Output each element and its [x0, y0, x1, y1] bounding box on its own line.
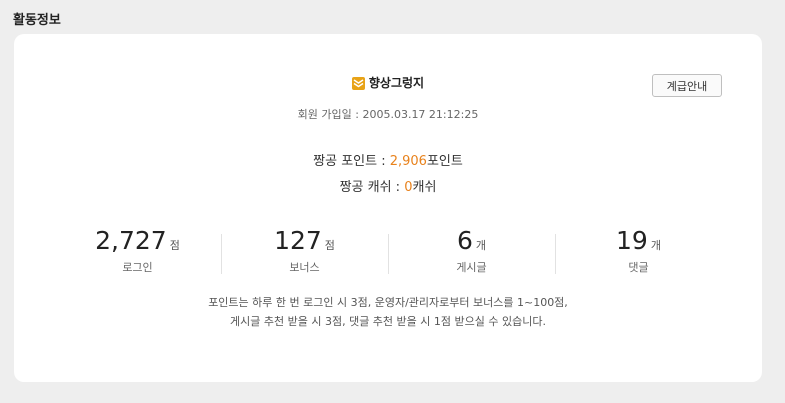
stat-login: 2,727 점 로그인 — [54, 226, 221, 278]
rank-chevron-icon — [351, 77, 365, 93]
points-notice: 포인트는 하루 한 번 로그인 시 3점, 운영자/관리자로부터 보너스를 1~… — [14, 293, 762, 331]
points-notice-line-2: 게시글 추천 받을 시 3점, 댓글 추천 받을 시 1점 받으실 수 있습니다… — [230, 315, 546, 328]
activity-card: 향상그렁지 계급안내 회원 가입일 : 2005.03.17 21:12:25 … — [14, 34, 762, 382]
stat-login-unit: 점 — [169, 239, 180, 252]
stat-posts: 6개 게시글 — [388, 226, 555, 278]
rank-row: 향상그렁지 — [14, 74, 762, 93]
stat-bonus: 127 점 보너스 — [221, 226, 388, 278]
points-label: 짱공 포인트 : — [313, 154, 386, 169]
stat-login-value: 2,727 — [95, 226, 167, 255]
stat-posts-label: 게시글 — [456, 261, 487, 274]
rank-guide-button[interactable]: 계급안내 — [652, 74, 722, 97]
stat-bonus-value: 127 — [274, 226, 322, 255]
cash-row: 짱공 캐쉬 : 0캐쉬 — [14, 176, 762, 195]
stat-comments: 19 개 댓글 — [555, 226, 722, 278]
rank-name: 향상그렁지 — [368, 76, 425, 90]
stat-posts-unit: 개 — [475, 239, 487, 252]
stat-posts-value: 6 — [456, 226, 473, 255]
join-date: 회원 가입일 : 2005.03.17 21:12:25 — [14, 106, 762, 122]
stat-comments-value: 19 — [616, 226, 648, 255]
join-date-value: 2005.03.17 21:12:25 — [362, 108, 479, 121]
points-notice-line-1: 포인트는 하루 한 번 로그인 시 3점, 운영자/관리자로부터 보너스를 1~… — [208, 296, 568, 309]
points-unit: 포인트 — [426, 154, 463, 169]
stat-login-label: 로그인 — [122, 261, 153, 274]
stat-bonus-label: 보너스 — [289, 261, 320, 274]
section-title: 활동정보 — [13, 13, 61, 28]
cash-value: 0 — [404, 180, 413, 195]
stats-row: 2,727 점 로그인 127 점 보너스 6개 게시글 19 개 댓글 — [54, 226, 722, 278]
join-date-label: 회원 가입일 : — [297, 108, 359, 121]
stat-bonus-unit: 점 — [324, 239, 335, 252]
stat-comments-label: 댓글 — [628, 261, 649, 274]
cash-unit: 캐쉬 — [412, 180, 437, 195]
points-value: 2,906 — [389, 154, 427, 169]
cash-label: 짱공 캐쉬 : — [339, 180, 401, 195]
points-row: 짱공 포인트 : 2,906포인트 — [14, 150, 762, 169]
stat-comments-unit: 개 — [650, 239, 661, 252]
